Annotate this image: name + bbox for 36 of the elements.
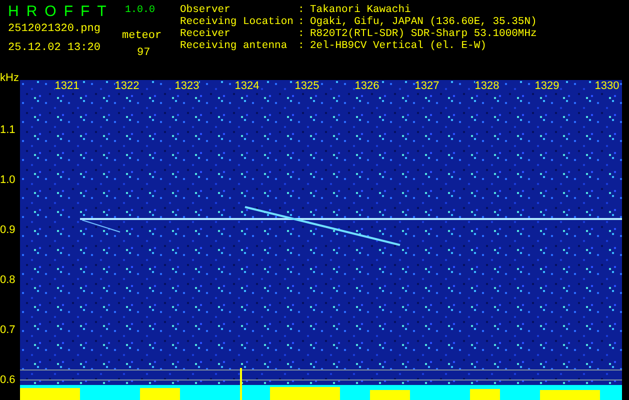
separator: : [298,16,306,28]
separator: : [298,40,306,52]
meteor-count: 97 [136,46,152,60]
axis-label: 1325 [294,80,320,93]
axis-label: 1328 [474,80,500,93]
axis-label: 0.8 [0,274,16,286]
field-label: Receiving antenna [180,40,288,52]
meteor-trail [82,220,120,232]
app-version: 1.0.0 [124,5,156,17]
axis-unit: kHz [0,72,20,84]
axis-label: 1327 [414,80,440,93]
axis-label: 0.7 [0,324,16,336]
field-label: Receiver [180,28,232,40]
field-label: Receiving Location [180,16,294,28]
axis-label: 1.0 [0,174,16,186]
field-value: R820T2(RTL-SDR) SDR-Sharp 53.1000MHz [310,28,537,40]
separator: : [298,28,306,40]
axis-label: 1321 [54,80,80,93]
axis-label: 1323 [174,80,200,93]
separator: : [298,4,306,16]
axis-label: 1326 [354,80,380,93]
field-value: 2el-HB9CV Vertical (el. E-W) [310,40,486,52]
axis-label: 1.1 [0,124,16,136]
count-label: meteor [121,29,163,43]
app-title: HROFFT [8,3,114,20]
capture-datetime: 25.12.02 13:20 [8,41,102,55]
field-value: Takanori Kawachi [310,4,411,16]
axis-label: 1329 [534,80,560,93]
axis-label: 1324 [234,80,260,93]
field-value: Ogaki, Gifu, JAPAN (136.60E, 35.35N) [310,16,537,28]
axis-label: 1322 [114,80,140,93]
axis-label: 1330 [594,80,620,93]
field-label: Observer [180,4,232,16]
axis-label: 0.9 [0,224,16,236]
file-name: 2512021320.png [8,22,102,36]
axis-label: 0.6 [0,374,16,386]
